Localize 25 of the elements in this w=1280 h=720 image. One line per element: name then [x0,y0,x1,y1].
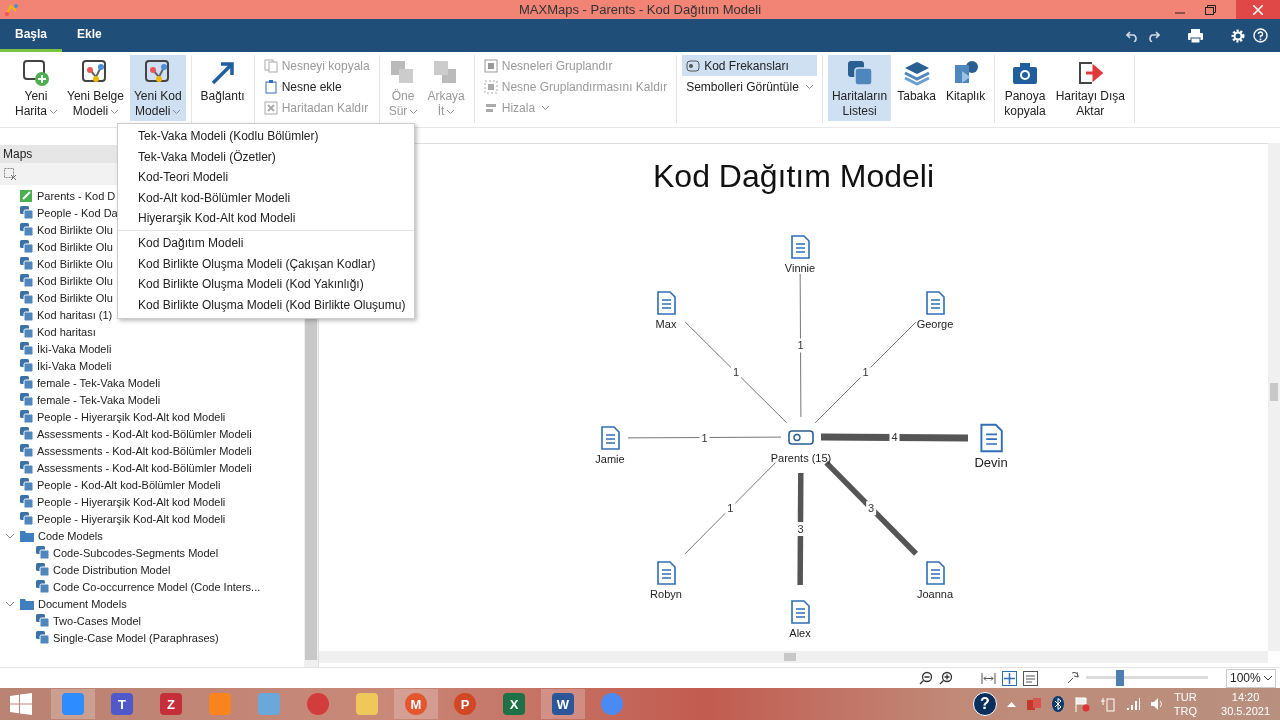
node-label: Jamie [595,453,625,465]
edge-label: 1 [701,431,708,444]
app-icon: T [111,693,133,715]
edge-label: 1 [727,502,734,515]
app-icon: M [405,693,427,715]
node-label: Max [655,318,677,330]
edge-label: 1 [797,339,804,352]
edge-label: 1 [732,366,740,379]
edge-label: 3 [797,523,804,535]
node-label: George [916,318,954,330]
node-label: Robyn [650,588,682,600]
edge-label: 3 [868,502,875,515]
node-label: Parents (15) [770,452,832,464]
map-title: Kod Dağıtım Modeli [653,158,934,195]
app-icon: X [503,693,525,715]
app-icon: P [454,693,476,715]
window-title: MAXMaps - Parents - Kod Dağıtım Modeli [519,2,761,17]
app-icon: Z [160,693,182,715]
node-label: Vinnie [784,262,816,274]
edge-label: 1 [862,366,869,379]
edge-label: 4 [891,431,898,444]
node-label: Alex [789,627,811,639]
node-label: Devin [974,455,1008,470]
node-label: Joanna [916,588,954,600]
app-icon: W [552,693,574,715]
